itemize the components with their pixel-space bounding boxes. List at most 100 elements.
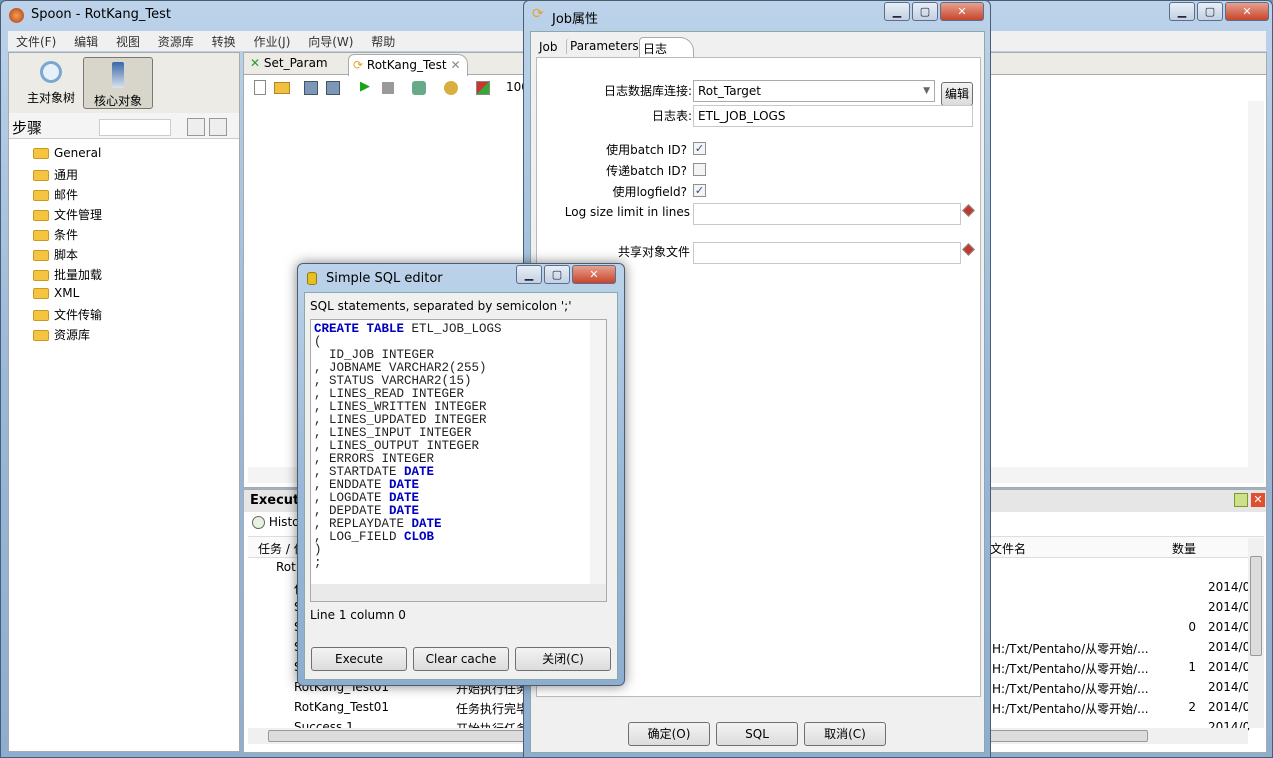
sql-text: ETL_JOB_LOGS [404,322,502,336]
sql-line: , LOG_FIELD CLOB [314,531,502,544]
close-button[interactable]: ✕ [1225,2,1269,21]
tree-item[interactable]: 脚本 [33,246,78,264]
close-panel-icon[interactable]: ✕ [1251,493,1265,507]
exec-cell-count [1144,640,1196,660]
log-size-input[interactable] [693,203,961,225]
sql-text: , DEPDATE [314,504,390,518]
steps-search-input[interactable] [99,119,171,136]
col-header-file[interactable]: 文件名 [990,540,1026,557]
use-batch-id-checkbox[interactable]: ✓ [693,142,706,155]
exec-cell-count [1144,600,1196,620]
job-dialog-close-button[interactable]: ✕ [940,2,984,21]
steps-label: 步骤 [12,119,43,137]
vertical-scrollbar[interactable] [1248,101,1264,467]
sql-text: , LOG_FIELD [314,530,405,544]
menu-edit[interactable]: 编辑 [74,35,98,49]
sql-vertical-scrollbar[interactable] [590,320,606,584]
maximize-panel-icon[interactable] [1234,493,1248,507]
folder-icon [33,230,49,241]
sql-keyword: DATE [389,491,420,505]
execute-button[interactable]: Execute [311,647,407,671]
sql-close-button[interactable]: ✕ [572,265,616,284]
tab-rotkang-test[interactable]: ⟳ RotKang_Test ✕ [348,54,468,76]
exec-vertical-scrollbar[interactable] [1248,538,1264,728]
edit-connection-button[interactable]: 编辑 [941,82,973,106]
tab-log[interactable]: 日志 [639,37,694,58]
save-icon[interactable] [304,81,318,95]
sql-keyword: CLOB [404,530,435,544]
cancel-button[interactable]: 取消(C) [804,722,886,746]
run-icon[interactable]: ▶ [360,79,370,94]
job-dialog-maximize-button[interactable]: ▢ [912,2,938,21]
menu-job[interactable]: 作业(J) [253,35,290,49]
expand-all-icon[interactable] [187,118,205,136]
exec-cell-date: 2014/0 [1208,620,1251,634]
close-tab-icon[interactable]: ✕ [450,58,460,72]
menu-file[interactable]: 文件(F) [16,35,56,49]
job-dialog-minimize-button[interactable]: ▁ [884,2,910,21]
analyze-icon[interactable] [444,81,458,95]
tab-set-param[interactable]: ✕ Set_Param [250,56,328,75]
tree-item[interactable]: 条件 [33,226,78,244]
use-logfield-checkbox[interactable]: ✓ [693,184,706,197]
main-tree-button[interactable]: 主对象树 [17,57,85,109]
tab-job[interactable]: Job [539,40,558,54]
window-title: Spoon - RotKang_Test [31,7,171,22]
sql-text: , ENDDATE [314,478,390,492]
sql-maximize-button[interactable]: ▢ [544,265,570,284]
tree-item[interactable]: XML [33,286,79,304]
sql-keyword: CREATE TABLE [314,322,405,336]
save-as-icon[interactable] [326,81,340,95]
tree-item[interactable]: 文件传输 [33,306,102,324]
sql-button[interactable]: SQL [716,722,798,746]
close-button[interactable]: 关闭(C) [515,647,611,671]
exec-cell-file: H:/Txt/Pentaho/从零开始/... [992,662,1149,676]
folder-icon [33,210,49,221]
sql-text: , ERRORS INTEGER [314,452,435,466]
exec-cell-file: H:/Txt/Pentaho/从零开始/... [992,642,1149,656]
tab-parameters[interactable]: Parameters [566,38,642,54]
shared-objects-label: 共享对象文件 [617,245,690,259]
sql-text: , STARTDATE [314,465,405,479]
menu-repository[interactable]: 资源库 [158,35,194,49]
col-header-count[interactable]: 数量 [1172,540,1196,557]
exec-cell-file: H:/Txt/Pentaho/从零开始/... [992,682,1149,696]
menu-view[interactable]: 视图 [116,35,140,49]
core-objects-button[interactable]: 核心对象 [83,57,153,109]
folder-icon [33,330,49,341]
sql-text-area[interactable]: CREATE TABLE ETL_JOB_LOGS( ID_JOB INTEGE… [310,319,607,602]
folder-icon [33,190,49,201]
menu-transform[interactable]: 转换 [212,35,236,49]
sql-minimize-button[interactable]: ▁ [516,265,542,284]
open-folder-icon[interactable] [274,82,290,94]
menu-wizard[interactable]: 向导(W) [308,35,353,49]
ok-button[interactable]: 确定(O) [628,722,710,746]
sql-text: ( [314,335,322,349]
shared-objects-input[interactable] [693,242,961,264]
exec-cell-date: 2014/0 [1208,660,1251,674]
tree-item[interactable]: 批量加载 [33,266,102,284]
log-table-input[interactable]: ETL_JOB_LOGS [693,105,973,127]
stop-icon[interactable] [382,82,394,94]
sql-editor-title: Simple SQL editor [326,271,443,286]
menu-help[interactable]: 帮助 [371,35,395,49]
new-file-icon[interactable] [254,80,266,95]
collapse-all-icon[interactable] [209,118,227,136]
sql-text: , LINES_UPDATED INTEGER [314,413,487,427]
clear-cache-button[interactable]: Clear cache [413,647,509,671]
sql-line: ) [314,544,502,557]
grid-icon[interactable] [476,81,490,95]
tree-item[interactable]: 资源库 [33,326,90,344]
log-connection-select[interactable]: Rot_Target ▼ [693,80,935,102]
sql-text: , LOGDATE [314,491,390,505]
tree-item[interactable]: General [33,146,101,164]
tree-item[interactable]: 邮件 [33,186,78,204]
sql-horizontal-scrollbar[interactable] [311,584,606,601]
debug-icon[interactable] [412,81,426,95]
minimize-button[interactable]: ▁ [1169,2,1195,21]
maximize-button[interactable]: ▢ [1197,2,1223,21]
pass-batch-id-checkbox[interactable] [693,163,706,176]
tree-item[interactable]: 通用 [33,166,78,184]
tree-item[interactable]: 文件管理 [33,206,102,224]
sql-line: ; [314,557,502,570]
